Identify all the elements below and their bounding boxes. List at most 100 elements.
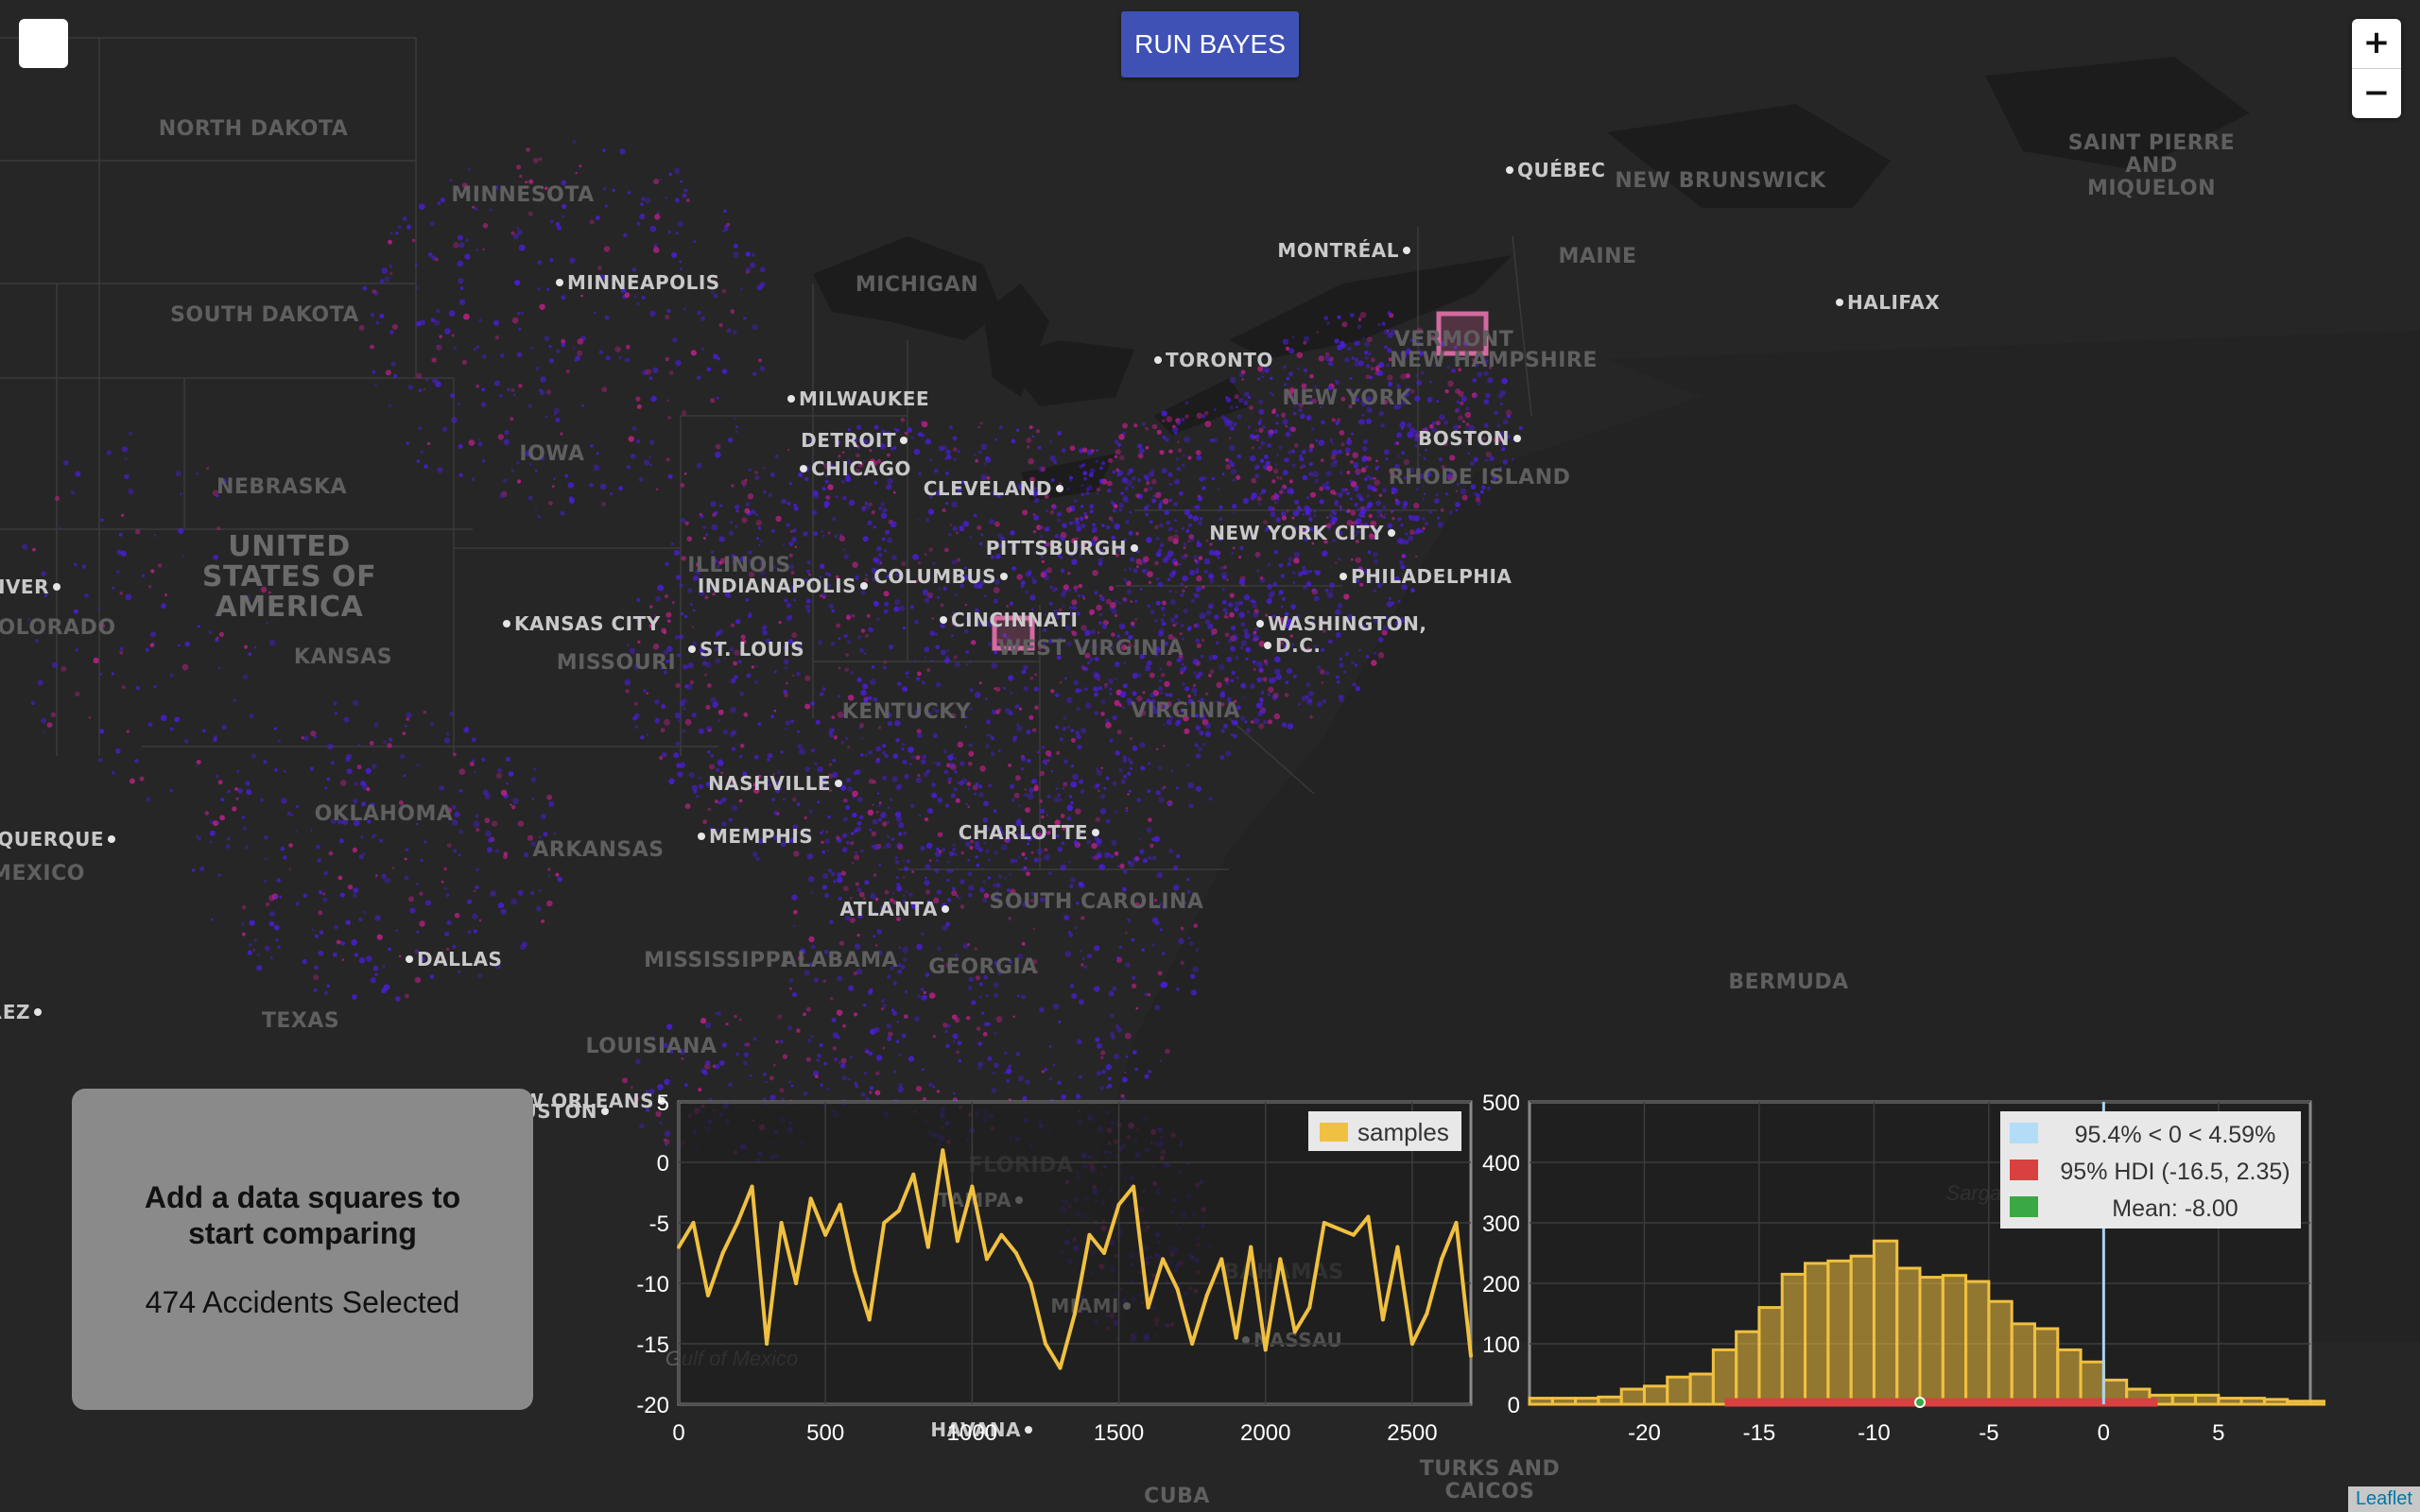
region-label: KENTUCKY <box>842 700 972 724</box>
city-label: ALBUQUERQUE <box>0 828 104 850</box>
y-tick-label: 200 <box>1482 1272 1520 1297</box>
sample-point <box>1395 1245 1400 1249</box>
city-label: QUÉBEC <box>1517 159 1606 181</box>
histogram-bar <box>1918 1276 1945 1406</box>
region-label: TEXAS <box>262 1009 339 1033</box>
region-label: TURKS AND <box>1420 1457 1561 1481</box>
histogram-bar <box>1574 1397 1600 1406</box>
sample-point <box>970 1184 975 1189</box>
histogram-bar <box>2194 1393 2221 1406</box>
histogram-bar <box>1895 1266 1922 1406</box>
city-label: DALLAS <box>417 948 502 971</box>
y-tick-label: -5 <box>649 1211 669 1237</box>
region-label: NEBRASKA <box>216 475 347 499</box>
histogram-bar <box>1849 1254 1876 1406</box>
region-label: IOWA <box>519 442 584 466</box>
sample-point <box>1307 1305 1312 1310</box>
city-label: MINNEAPOLIS <box>567 271 720 294</box>
region-label: WEST VIRGINIA <box>998 637 1184 661</box>
city-label: NEW YORK CITY <box>1209 522 1384 544</box>
region-label: MISSOURI <box>557 651 676 675</box>
island-label: MIQUELON <box>2087 177 2216 200</box>
city-label: BOSTON <box>1418 427 1510 450</box>
legend-label: 95.4% < 0 < 4.59% <box>2075 1122 2276 1148</box>
sample-point <box>1278 1257 1283 1262</box>
city-label: TORONTO <box>1166 349 1273 371</box>
sample-point <box>1263 1348 1268 1352</box>
sample-point <box>1322 1221 1326 1225</box>
country-label: AMERICA <box>216 591 364 624</box>
x-tick-label: -10 <box>1858 1420 1891 1446</box>
sample-point <box>1292 1330 1297 1334</box>
histogram-bar <box>2170 1393 2198 1406</box>
sample-point <box>1469 1353 1473 1358</box>
x-tick-label: 5 <box>2212 1420 2224 1446</box>
region-label: NORTH DAKOTA <box>159 117 349 141</box>
zoom-in-button[interactable]: + <box>2352 19 2401 69</box>
sample-point <box>853 1269 857 1274</box>
sample-point <box>1409 1342 1414 1346</box>
city-dot <box>1836 299 1843 306</box>
city-dot <box>940 616 947 624</box>
histogram-bar <box>2010 1322 2036 1406</box>
sample-point <box>1219 1257 1224 1262</box>
y-tick-label: 400 <box>1482 1151 1520 1177</box>
run-bayes-button[interactable]: RUN BAYES <box>1121 11 1299 77</box>
sample-point <box>1175 1287 1180 1292</box>
city-dot <box>1403 247 1410 254</box>
sample-point <box>1249 1245 1253 1249</box>
samples-trace-chart: 0 500 1000 1500 2000 2500 5 0 -5 -10 -15 -20 samples <box>636 1091 1473 1446</box>
city-label: CHARLOTTE <box>959 821 1088 844</box>
x-tick-label: -15 <box>1743 1420 1776 1446</box>
posterior-legend: 95.4% < 0 < 4.59% 95% HDI (-16.5, 2.35) Me… <box>2000 1111 2301 1228</box>
sample-point <box>1351 1232 1356 1237</box>
sample-point <box>999 1232 1004 1237</box>
city-dot <box>1340 573 1347 580</box>
histogram-bar <box>1666 1375 1692 1406</box>
city-label: KANSAS CITY <box>514 612 661 635</box>
region-label: RHODE ISLAND <box>1389 466 1571 490</box>
island-label: SAINT PIERRE <box>2068 131 2235 155</box>
city-dot <box>800 465 807 472</box>
region-label: CAICOS <box>1444 1480 1534 1503</box>
city-label: HALIFAX <box>1847 291 1940 314</box>
sample-point <box>1204 1293 1209 1297</box>
city-label: ST. LOUIS <box>700 638 804 661</box>
region-label: SOUTH DAKOTA <box>170 303 359 327</box>
region-label: OKLAHOMA <box>315 802 454 826</box>
sample-point <box>720 1251 725 1255</box>
histogram-bar <box>2239 1397 2266 1406</box>
y-tick-label: -20 <box>636 1393 669 1418</box>
city-dot <box>1154 356 1162 364</box>
leaflet-attribution-link[interactable]: Leaflet <box>2347 1486 2420 1512</box>
histogram-bar <box>2308 1400 2325 1406</box>
region-label: ILLINOIS <box>687 554 791 577</box>
city-dot <box>900 437 908 444</box>
histogram-bar <box>1872 1239 1899 1406</box>
region-label: NEW BRUNSWICK <box>1615 169 1826 193</box>
sample-point <box>984 1257 989 1262</box>
city-dot <box>1513 435 1521 442</box>
region-label: OLORADO <box>0 616 116 640</box>
city-dot <box>1056 485 1063 492</box>
zoom-out-button[interactable]: − <box>2352 69 2401 118</box>
x-tick-label: 1000 <box>947 1420 997 1446</box>
city-label: JUAREZ <box>0 1001 30 1023</box>
layer-toggle-box[interactable] <box>19 19 68 68</box>
sample-point <box>735 1221 740 1225</box>
x-tick-label: 0 <box>2098 1420 2110 1446</box>
sample-point <box>808 1196 813 1201</box>
city-dot <box>860 582 868 590</box>
city-dot <box>108 835 115 843</box>
sample-point <box>1366 1214 1371 1219</box>
city-dot <box>1000 573 1008 580</box>
city-label: ATLANTA <box>839 898 938 920</box>
legend-swatch <box>2010 1123 2038 1143</box>
histogram-bar <box>1964 1280 1991 1406</box>
posterior-histogram-chart: -20 -15 -10 -5 0 5 500 400 300 200 100 0 95.4% < 0 <… <box>1482 1091 2325 1446</box>
city-dot <box>1256 620 1264 627</box>
y-tick-label: 300 <box>1482 1211 1520 1237</box>
city-dot <box>53 583 60 591</box>
region-label: VIRGINIA <box>1131 699 1240 723</box>
city-label: INDIANAPOLIS <box>698 575 856 597</box>
